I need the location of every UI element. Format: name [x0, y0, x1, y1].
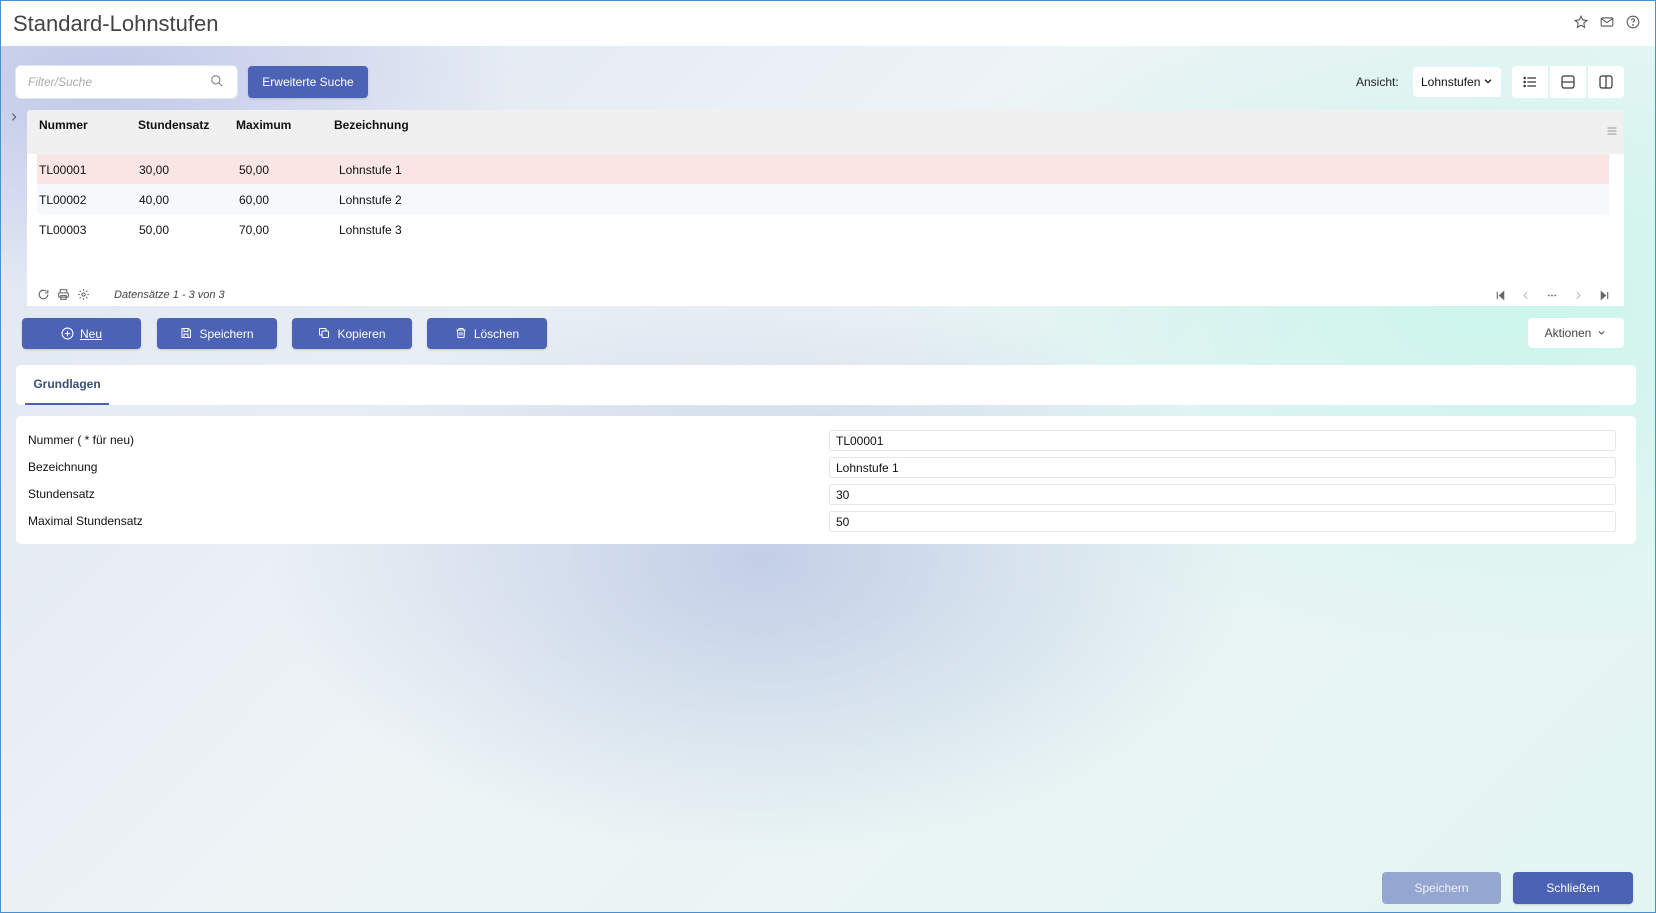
- cell-nummer: TL00001: [39, 163, 87, 177]
- cell-maximum: 70,00: [239, 223, 270, 237]
- cell-nummer: TL00002: [39, 193, 87, 207]
- layout-buttons: [1512, 66, 1624, 98]
- column-menu-icon[interactable]: [1606, 125, 1618, 137]
- new-button-label: Neu: [79, 326, 102, 341]
- extended-search-button[interactable]: Erweiterte Suche: [248, 66, 368, 98]
- grid-header: Nummer Stundensatz Maximum Bezeichnung: [27, 110, 1624, 154]
- footer-save-button[interactable]: Speichern: [1382, 872, 1501, 904]
- grid-footer: Datensätze 1 - 3 von 3: [27, 286, 1624, 306]
- close-button-label: Schließen: [1546, 881, 1600, 895]
- previous-page-icon[interactable]: [1520, 288, 1532, 302]
- field-label-maximal-stundensatz: Maximal Stundensatz: [28, 514, 143, 528]
- first-page-icon[interactable]: [1494, 288, 1506, 302]
- search-icon[interactable]: [210, 74, 225, 90]
- list-view-icon[interactable]: [1512, 66, 1548, 98]
- table-row[interactable]: TL00003 50,00 70,00 Lohnstufe 3: [37, 214, 1609, 244]
- title-bar: Standard-Lohnstufen: [1, 1, 1655, 46]
- more-pages-icon[interactable]: [1546, 288, 1558, 302]
- gear-icon[interactable]: [77, 288, 91, 302]
- plus-circle-icon: [61, 327, 74, 340]
- new-button[interactable]: Neu: [22, 318, 141, 349]
- title-icons: [1573, 14, 1641, 30]
- refresh-icon[interactable]: [37, 288, 51, 302]
- floppy-icon: [180, 327, 193, 340]
- detail-form: Nummer ( * für neu) Bezeichnung Stundens…: [16, 416, 1636, 544]
- nummer-field[interactable]: [829, 430, 1616, 451]
- page-title: Standard-Lohnstufen: [13, 10, 219, 36]
- search-box: [16, 66, 237, 98]
- cell-stundensatz: 50,00: [139, 223, 170, 237]
- save-button-label: Speichern: [199, 326, 254, 341]
- column-header-bezeichnung[interactable]: Bezeichnung: [334, 118, 409, 132]
- field-label-bezeichnung: Bezeichnung: [28, 460, 98, 474]
- copy-button[interactable]: Kopieren: [292, 318, 412, 349]
- delete-button[interactable]: Löschen: [427, 318, 547, 349]
- cell-bezeichnung: Lohnstufe 3: [339, 223, 402, 237]
- cell-nummer: TL00003: [39, 223, 87, 237]
- last-page-icon[interactable]: [1598, 288, 1610, 302]
- save-button[interactable]: Speichern: [157, 318, 277, 349]
- copy-icon: [318, 327, 331, 340]
- maximal-stundensatz-field[interactable]: [829, 511, 1616, 532]
- view-label: Ansicht:: [1356, 75, 1399, 89]
- tab-grundlagen[interactable]: Grundlagen: [25, 365, 109, 405]
- delete-button-label: Löschen: [473, 326, 520, 341]
- pager: [1494, 288, 1610, 302]
- split-vertical-icon[interactable]: [1588, 66, 1624, 98]
- table-row[interactable]: TL00001 30,00 50,00 Lohnstufe 1: [37, 154, 1609, 184]
- footer-save-label: Speichern: [1414, 881, 1469, 895]
- records-info: Datensätze 1 - 3 von 3: [114, 289, 225, 301]
- copy-button-label: Kopieren: [337, 326, 386, 341]
- help-icon[interactable]: [1625, 14, 1641, 30]
- cell-stundensatz: 30,00: [139, 163, 170, 177]
- split-horizontal-icon[interactable]: [1550, 66, 1586, 98]
- search-input[interactable]: [28, 75, 211, 89]
- star-icon[interactable]: [1573, 14, 1589, 30]
- cell-bezeichnung: Lohnstufe 1: [339, 163, 402, 177]
- table-row[interactable]: TL00002 40,00 60,00 Lohnstufe 2: [37, 184, 1609, 214]
- column-header-maximum[interactable]: Maximum: [236, 118, 291, 132]
- stundensatz-field[interactable]: [829, 484, 1616, 505]
- chevron-down-icon: [1597, 328, 1607, 338]
- cell-maximum: 50,00: [239, 163, 270, 177]
- column-header-nummer[interactable]: Nummer: [39, 118, 88, 132]
- data-grid: Nummer Stundensatz Maximum Bezeichnung T…: [27, 110, 1624, 306]
- cell-stundensatz: 40,00: [139, 193, 170, 207]
- cell-bezeichnung: Lohnstufe 2: [339, 193, 402, 207]
- view-select[interactable]: Lohnstufen: [1413, 67, 1501, 97]
- view-select-value: Lohnstufen: [1421, 75, 1481, 89]
- print-icon[interactable]: [57, 288, 71, 302]
- extended-search-label: Erweiterte Suche: [262, 75, 354, 89]
- tab-label: Grundlagen: [33, 377, 101, 391]
- cell-maximum: 60,00: [239, 193, 270, 207]
- actions-dropdown[interactable]: Aktionen: [1528, 318, 1624, 348]
- next-page-icon[interactable]: [1572, 288, 1584, 302]
- field-label-stundensatz: Stundensatz: [28, 487, 95, 501]
- column-header-stundensatz[interactable]: Stundensatz: [138, 118, 209, 132]
- field-label-nummer: Nummer ( * für neu): [28, 433, 135, 447]
- trash-icon: [455, 327, 468, 340]
- actions-dropdown-label: Aktionen: [1544, 326, 1592, 340]
- mail-icon[interactable]: [1599, 14, 1615, 30]
- close-button[interactable]: Schließen: [1513, 872, 1633, 904]
- chevron-down-icon: [1483, 75, 1493, 89]
- tab-bar: Grundlagen: [16, 365, 1636, 405]
- bezeichnung-field[interactable]: [829, 457, 1616, 478]
- expand-sidebar-icon[interactable]: [9, 111, 19, 123]
